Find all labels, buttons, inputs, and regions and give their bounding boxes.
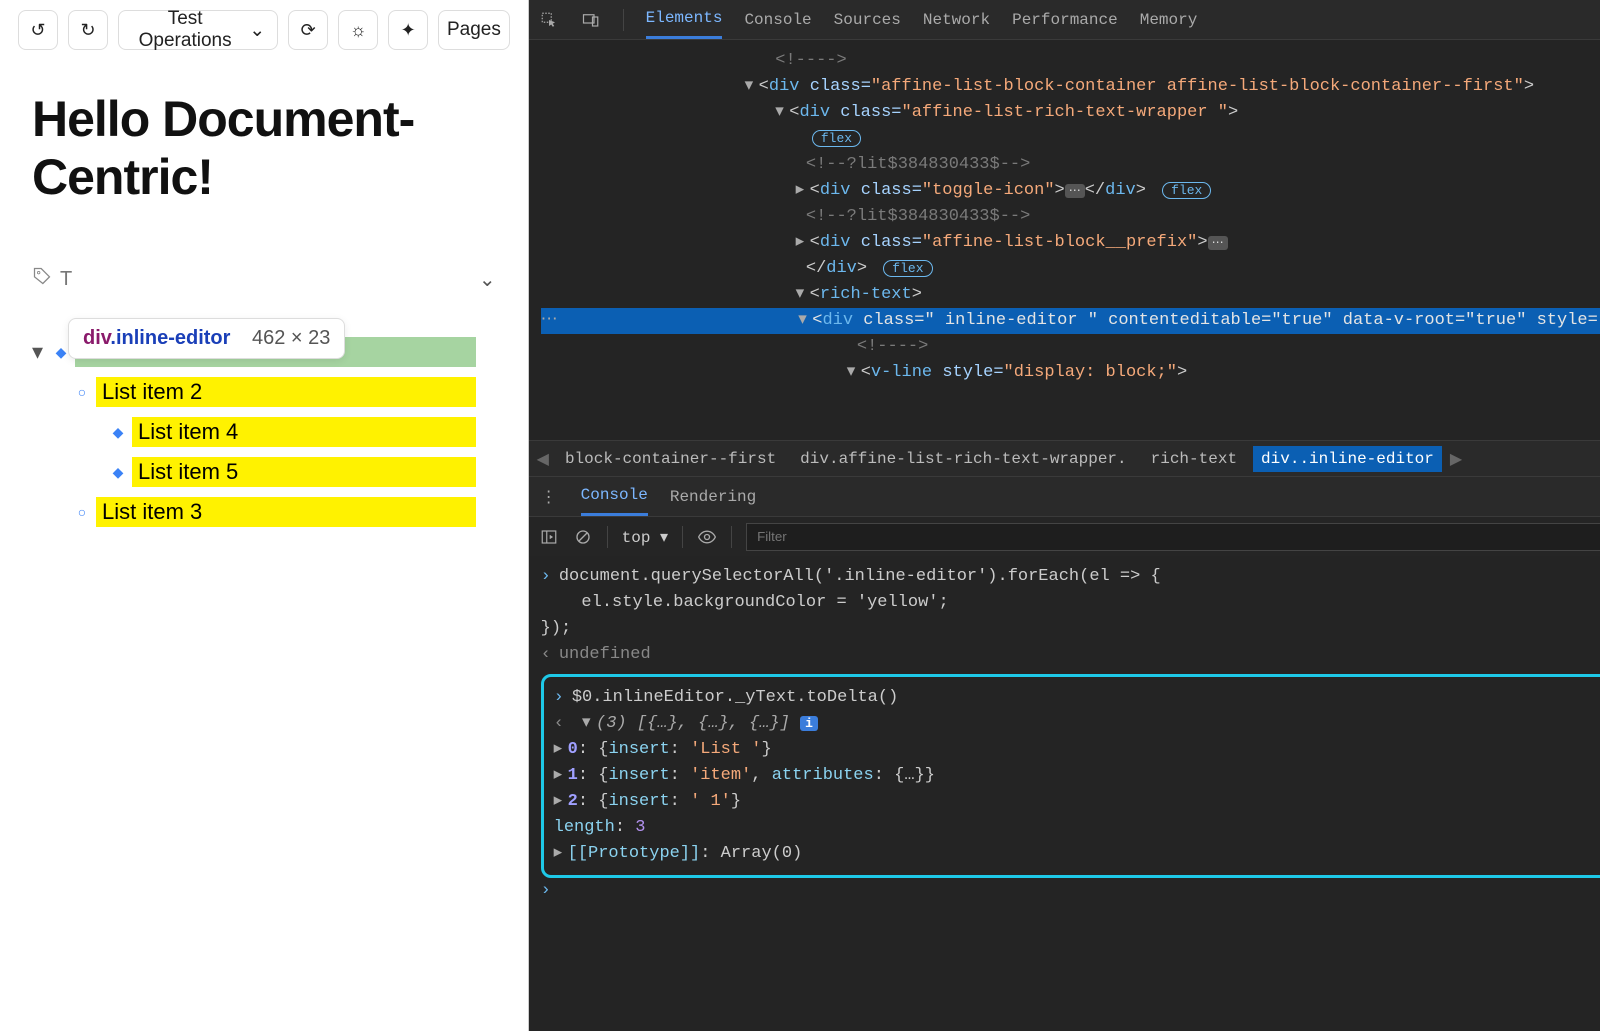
chevron-down-icon: ⌄ <box>249 19 265 42</box>
sync-icon: ⟳ <box>301 20 316 41</box>
clear-console-icon[interactable] <box>573 527 593 547</box>
tooltip-dimensions: 462 × 23 <box>252 327 330 349</box>
tab-network[interactable]: Network <box>923 0 990 39</box>
pages-label: Pages <box>447 19 501 41</box>
list-item[interactable]: ◆ List item 5 <box>32 452 496 492</box>
console-output-line: undefined <box>559 645 651 664</box>
list-item[interactable]: ○ List item 2 <box>32 372 496 412</box>
inline-editor[interactable]: List item 4 <box>132 417 476 447</box>
elements-tree[interactable]: <!----> ▾<div class="affine-list-block-c… <box>529 40 1600 440</box>
bullet-icon: ◆ <box>104 464 132 481</box>
console-prompt[interactable]: › <box>541 881 551 900</box>
list-item[interactable]: ○ List item 3 <box>32 492 496 532</box>
console-input-line: $0.inlineEditor._yText.toDelta() <box>572 688 898 707</box>
chevron-down-icon[interactable]: ⌄ <box>479 267 496 292</box>
tab-sources[interactable]: Sources <box>834 0 901 39</box>
console-input-line: document.querySelectorAll('.inline-edito… <box>541 567 1161 638</box>
devtools-pane: Elements Console Sources Network Perform… <box>529 0 1600 1031</box>
device-toggle-icon[interactable] <box>581 10 601 30</box>
elements-breadcrumb: ◀ block-container--first div.affine-list… <box>529 440 1600 476</box>
breadcrumb-item[interactable]: rich-text <box>1143 446 1245 472</box>
tag-row[interactable]: T ⌄ <box>32 266 496 292</box>
breadcrumb-item[interactable]: div.affine-list-rich-text-wrapper. <box>792 446 1134 472</box>
breadcrumb-next-icon[interactable]: ▶ <box>1450 449 1462 469</box>
undo-button[interactable]: ↺ <box>18 10 58 50</box>
tooltip-tag: div <box>83 327 110 349</box>
theme-button[interactable]: ☼ <box>338 10 378 50</box>
pages-button[interactable]: Pages <box>438 10 509 50</box>
devtools-tabs: Elements Console Sources Network Perform… <box>529 0 1600 40</box>
caret-down-icon[interactable]: ▾ <box>32 339 43 365</box>
list-item[interactable]: ◆ List item 4 <box>32 412 496 452</box>
toolbar: ↺ ↻ Test Operations ⌄ ⟳ ☼ ✦ Pages <box>0 0 528 60</box>
redo-icon: ↻ <box>80 20 95 41</box>
redo-button[interactable]: ↻ <box>68 10 108 50</box>
separator <box>682 526 683 548</box>
sidebar-toggle-icon[interactable] <box>539 527 559 547</box>
tab-performance[interactable]: Performance <box>1012 0 1118 39</box>
tooltip-class: .inline-editor <box>110 327 230 349</box>
console-body[interactable]: › document.querySelectorAll('.inline-edit… <box>529 556 1600 1031</box>
tab-console[interactable]: Console <box>744 0 811 39</box>
inline-editor[interactable]: List item 2 <box>96 377 476 407</box>
separator <box>623 9 624 31</box>
separator <box>607 526 608 548</box>
info-badge[interactable]: i <box>800 716 818 731</box>
inline-editor[interactable]: List item 3 <box>96 497 476 527</box>
sparkle-icon: ✦ <box>401 20 416 41</box>
breadcrumb-item[interactable]: block-container--first <box>557 446 784 472</box>
console-filter-input[interactable] <box>746 523 1600 551</box>
bullet-icon: ○ <box>68 384 96 400</box>
live-expression-icon[interactable] <box>697 527 717 547</box>
ai-button[interactable]: ✦ <box>388 10 428 50</box>
sync-button[interactable]: ⟳ <box>288 10 328 50</box>
drawer-tabs: ⋮ Console Rendering <box>529 476 1600 516</box>
drawer-tab-console[interactable]: Console <box>581 477 648 516</box>
undo-icon: ↺ <box>30 20 45 41</box>
test-operations-label: Test Operations <box>131 8 239 52</box>
more-icon[interactable]: ⋮ <box>539 487 559 507</box>
bullet-icon: ◆ <box>104 424 132 441</box>
sun-icon: ☼ <box>350 20 367 41</box>
document-body: Hello Document-Centric! T ⌄ div.inline-e… <box>0 60 528 532</box>
test-operations-dropdown[interactable]: Test Operations ⌄ <box>118 10 278 50</box>
inspect-icon[interactable] <box>539 10 559 30</box>
separator <box>731 526 732 548</box>
page-title[interactable]: Hello Document-Centric! <box>32 90 496 206</box>
inline-editor[interactable]: List item 5 <box>132 457 476 487</box>
drawer-tab-rendering[interactable]: Rendering <box>670 477 756 516</box>
editor-pane: ↺ ↻ Test Operations ⌄ ⟳ ☼ ✦ Pages Hello … <box>0 0 529 1031</box>
tag-icon <box>32 266 52 292</box>
tag-text: T <box>60 268 72 291</box>
breadcrumb-item-active[interactable]: div..inline-editor <box>1253 446 1442 472</box>
tab-memory[interactable]: Memory <box>1140 0 1198 39</box>
element-tooltip: div.inline-editor 462 × 23 <box>68 318 345 359</box>
selected-element[interactable]: ⋯ ▾<div class=" inline-editor " contente… <box>541 308 1600 334</box>
breadcrumb-prev-icon[interactable]: ◀ <box>537 449 549 469</box>
tab-elements[interactable]: Elements <box>646 0 723 39</box>
bullet-icon: ○ <box>68 504 96 520</box>
console-scope-dropdown[interactable]: top ▾ <box>622 527 668 547</box>
console-toolbar: top ▾ <box>529 516 1600 556</box>
list-area: ▾ ◆ List item 1 ○ List item 2 ◆ List ite… <box>32 332 496 532</box>
console-result-highlighted: ›$0.inlineEditor._yText.toDelta() ‹ ▾(3)… <box>541 674 1600 878</box>
